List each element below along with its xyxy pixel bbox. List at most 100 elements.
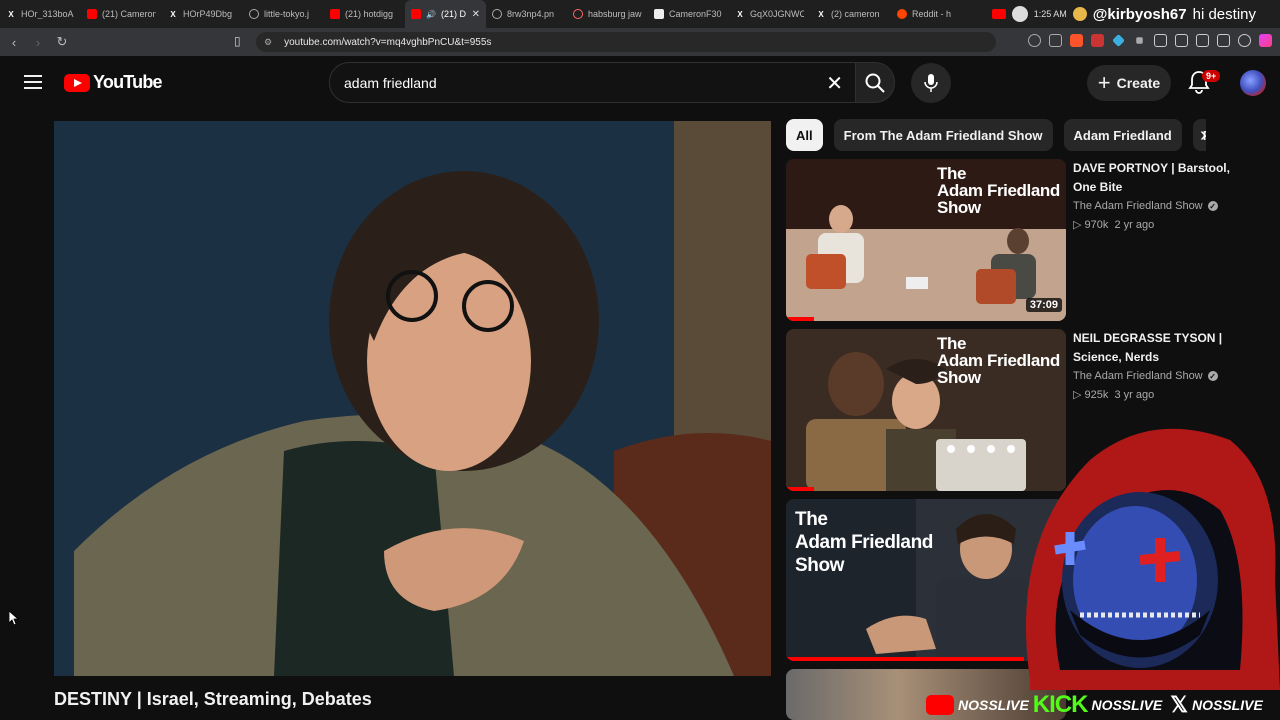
browser-tab[interactable]: X HOr_313boA xyxy=(0,0,81,28)
play-icon: ▷ xyxy=(1073,389,1085,401)
kick-logo: KICK xyxy=(1032,691,1089,718)
cast-icon[interactable] xyxy=(1049,34,1062,47)
verified-icon: ✓ xyxy=(1207,371,1218,381)
search-icon xyxy=(865,73,885,93)
video-thumbnail[interactable]: The Adam Friedland Show 37:09 xyxy=(786,159,1066,321)
brave-shield-icon[interactable] xyxy=(1070,34,1083,47)
chevron-right-icon[interactable]: › xyxy=(1200,124,1207,147)
microphone-icon xyxy=(924,74,938,92)
back-icon[interactable]: ‹ xyxy=(4,35,24,50)
search-icon xyxy=(573,9,583,19)
watch-progress-bar xyxy=(786,317,814,321)
browser-tab[interactable]: (21) Cameron xyxy=(81,0,162,28)
extension-icon[interactable] xyxy=(1136,37,1143,44)
x-icon: X xyxy=(818,9,824,19)
filter-chips: All From The Adam Friedland Show Adam Fr… xyxy=(786,119,1206,151)
browser-tab[interactable]: X HOrP49Dbg xyxy=(162,0,243,28)
recommendation-title[interactable]: NEIL DEGRASSE TYSON | Science, Nerds xyxy=(1073,329,1238,367)
video-player[interactable] xyxy=(54,121,771,676)
site-info-icon[interactable]: ⚙ xyxy=(264,37,272,48)
browser-tab[interactable]: X GqX0JGNWC xyxy=(729,0,810,28)
reddit-icon xyxy=(897,9,907,19)
zoom-icon[interactable] xyxy=(1028,34,1041,47)
vpn-icon[interactable] xyxy=(1238,34,1251,47)
plus-icon: + xyxy=(1097,70,1111,95)
browser-tab[interactable]: habsburg jaw xyxy=(567,0,648,28)
rewards-icon[interactable] xyxy=(1091,34,1104,47)
voice-search-button[interactable] xyxy=(911,63,951,103)
browser-tab[interactable]: (21) hotdigg xyxy=(324,0,405,28)
page-icon xyxy=(654,9,664,19)
youtube-icon xyxy=(87,9,97,19)
youtube-logo[interactable]: YouTube xyxy=(64,72,163,93)
address-bar[interactable]: ⚙ youtube.com/watch?v=mq4vghbPnCU&t=955s xyxy=(256,32,996,52)
music-icon[interactable] xyxy=(1154,34,1167,47)
x-icon: X xyxy=(8,9,14,19)
browser-toolbar: ‹ › ↻ ▯ ⚙ youtube.com/watch?v=mq4vghbPnC… xyxy=(0,28,1280,56)
video-meta: ▷ 925k 3 yr ago xyxy=(1073,389,1155,401)
stream-social-bar: NOSSLIVE KICK NOSSLIVE 𝕏 NOSSLIVE xyxy=(920,690,1280,720)
search-input[interactable]: adam friedland ✕ xyxy=(329,62,856,103)
chip-adam-friedland[interactable]: Adam Friedland xyxy=(1063,119,1182,151)
extension-icon[interactable] xyxy=(1112,34,1125,47)
sidebar-icon[interactable] xyxy=(1196,34,1209,47)
x-handle: NOSSLIVE xyxy=(1192,697,1263,713)
thumbnail-title-text: The Adam Friedland Show xyxy=(937,334,1060,387)
duration-badge: 37:09 xyxy=(1025,298,1062,312)
globe-icon xyxy=(249,9,259,19)
recommendation-info: DAVE PORTNOY | Barstool, One Bite The Ad… xyxy=(1073,159,1238,231)
close-tab-icon[interactable]: ✕ xyxy=(472,9,480,20)
reload-icon[interactable]: ↻ xyxy=(52,34,72,50)
extension-icons xyxy=(1028,34,1272,47)
url-text: youtube.com/watch?v=mq4vghbPnCU&t=955s xyxy=(284,36,492,48)
watch-progress-bar xyxy=(786,657,1024,661)
wallet-icon[interactable] xyxy=(1217,34,1230,47)
youtube-handle: NOSSLIVE xyxy=(958,697,1029,713)
youtube-icon xyxy=(926,695,954,715)
browser-tab[interactable]: X (2) cameron xyxy=(810,0,891,28)
browser-tab[interactable]: CameronF30 xyxy=(648,0,729,28)
play-icon: ▷ xyxy=(1073,219,1085,231)
x-icon: X xyxy=(170,9,176,19)
emoji-icon xyxy=(1072,7,1087,21)
channel-name[interactable]: The Adam Friedland Show ✓ xyxy=(1073,200,1238,212)
youtube-play-icon xyxy=(64,73,90,92)
chat-message: hi destiny xyxy=(1192,5,1256,23)
youtube-header: YouTube adam friedland ✕ + Create 9+ xyxy=(0,56,1280,112)
search-query: adam friedland xyxy=(344,74,437,91)
forward-icon[interactable]: › xyxy=(28,35,48,50)
bookmark-icon[interactable]: ▯ xyxy=(234,34,241,48)
leo-icon[interactable] xyxy=(1259,34,1272,47)
recommendation-item[interactable]: The Adam Friedland Show 37:09 DAVE PORTN… xyxy=(786,159,1266,321)
create-button[interactable]: + Create xyxy=(1087,65,1171,101)
chip-from-channel[interactable]: From The Adam Friedland Show xyxy=(833,119,1053,151)
video-frame xyxy=(54,121,771,676)
browser-tab[interactable]: little-tokyo.j xyxy=(243,0,324,28)
kick-handle: NOSSLIVE xyxy=(1091,697,1163,713)
clear-search-icon[interactable]: ✕ xyxy=(826,71,843,96)
notification-badge: 9+ xyxy=(1202,70,1221,82)
watch-progress-bar xyxy=(786,487,814,491)
video-meta: ▷ 970k 2 yr ago xyxy=(1073,219,1155,231)
streamer-avatar-overlay xyxy=(1026,428,1280,690)
avatar xyxy=(1011,6,1028,22)
menu-icon[interactable] xyxy=(24,75,42,89)
browser-tab-active[interactable]: 🔊 (21) D ✕ xyxy=(405,0,486,28)
recommendation-info: NEIL DEGRASSE TYSON | Science, Nerds The… xyxy=(1073,329,1238,401)
channel-name[interactable]: The Adam Friedland Show ✓ xyxy=(1073,370,1238,382)
chat-handle: @kirbyosh67 xyxy=(1092,5,1187,23)
browser-tab[interactable]: Reddit - h xyxy=(891,0,972,28)
globe-icon xyxy=(492,9,502,19)
puzzle-icon[interactable] xyxy=(1175,34,1188,47)
browser-tab[interactable]: 8rw3np4.pn xyxy=(486,0,567,28)
recommendation-title[interactable]: DAVE PORTNOY | Barstool, One Bite xyxy=(1073,159,1238,197)
avatar[interactable] xyxy=(1240,70,1266,96)
chip-all[interactable]: All xyxy=(786,119,823,151)
thumbnail-title-text: The Adam Friedland Show xyxy=(795,509,933,576)
search-button[interactable] xyxy=(855,62,895,103)
youtube-icon xyxy=(330,9,340,19)
verified-icon: ✓ xyxy=(1207,201,1218,211)
x-icon: X xyxy=(737,9,743,19)
mouse-cursor-icon xyxy=(9,611,19,626)
youtube-icon xyxy=(411,9,421,19)
